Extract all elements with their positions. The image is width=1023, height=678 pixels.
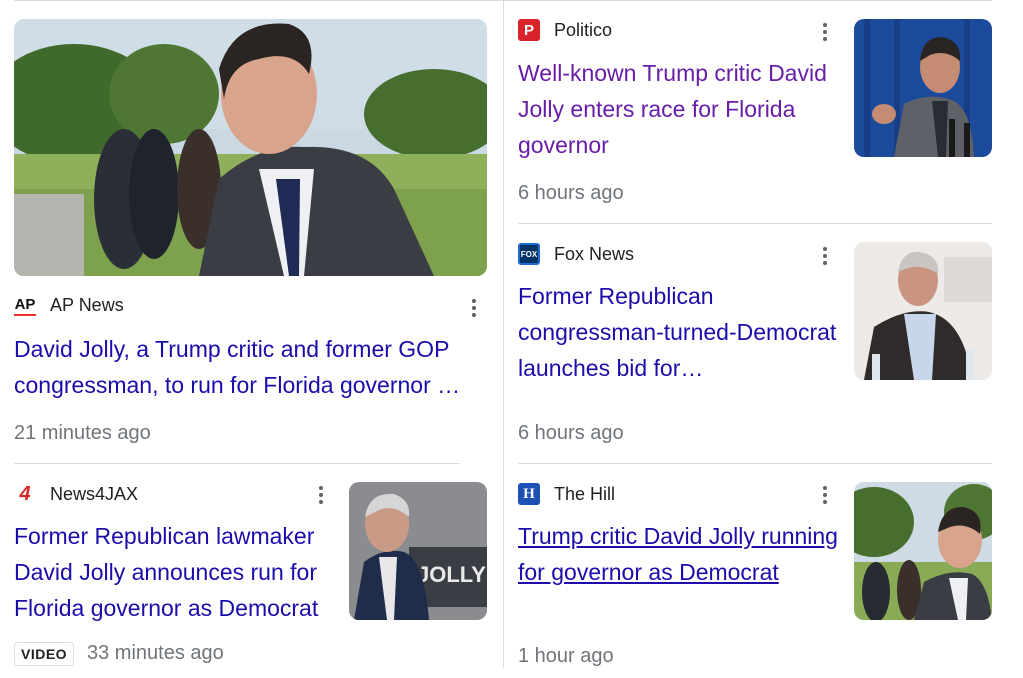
news-card-ap[interactable]: AP AP News David Jolly, a Trump critic a…: [0, 0, 500, 463]
ap-news-logo-icon: AP: [14, 294, 36, 316]
news-card-the-hill[interactable]: H The Hill Trump critic David Jolly runn…: [504, 464, 1004, 678]
source-row: 4 News4JAX: [14, 481, 138, 507]
source-row: FOX Fox News: [518, 241, 634, 267]
news-card-news4jax[interactable]: 4 News4JAX Former Republican lawmaker Da…: [0, 464, 500, 678]
campaign-sign-text: JOLLY: [417, 562, 486, 587]
article-thumbnail[interactable]: [854, 242, 992, 380]
source-row: P Politico: [518, 17, 612, 43]
article-timestamp: 6 hours ago: [518, 182, 624, 204]
more-options-icon: [823, 247, 827, 251]
article-timestamp: 1 hour ago: [518, 645, 614, 667]
more-options-button[interactable]: [815, 19, 835, 45]
article-thumbnail[interactable]: [854, 19, 992, 157]
video-badge: VIDEO: [14, 642, 75, 666]
article-thumbnail[interactable]: [854, 482, 992, 620]
source-name: The Hill: [554, 483, 616, 504]
the-hill-logo-icon: H: [518, 483, 540, 505]
more-options-icon: [823, 486, 827, 490]
more-options-icon: [319, 486, 323, 490]
article-timestamp: 6 hours ago: [518, 422, 624, 444]
politico-logo-icon: P: [518, 19, 540, 41]
source-name: Fox News: [554, 243, 635, 264]
more-options-button[interactable]: [464, 295, 484, 321]
more-options-button[interactable]: [815, 482, 835, 508]
more-options-icon: [472, 299, 476, 303]
article-headline-link[interactable]: Trump critic David Jolly running for gov…: [518, 518, 838, 626]
source-name: AP News: [50, 294, 124, 315]
source-name: Politico: [554, 19, 613, 40]
news-card-politico[interactable]: P Politico Well-known Trump critic David…: [504, 0, 1004, 223]
more-options-icon: [823, 23, 827, 27]
article-thumbnail[interactable]: [14, 19, 487, 276]
more-options-button[interactable]: [815, 243, 835, 269]
article-timestamp: 33 minutes ago: [87, 642, 224, 664]
fox-news-logo-icon: FOX: [518, 243, 540, 265]
news4jax-logo-icon: 4: [14, 483, 36, 505]
article-timestamp: 21 minutes ago: [14, 422, 151, 444]
source-row: H The Hill: [518, 481, 615, 507]
article-headline-link[interactable]: Former Republican lawmaker David Jolly a…: [14, 518, 334, 626]
news-card-fox-news[interactable]: FOX Fox News Former Republican congressm…: [504, 224, 1004, 463]
source-row: AP AP News: [14, 292, 124, 318]
article-thumbnail[interactable]: JOLLY: [349, 482, 487, 620]
article-headline-link[interactable]: Well-known Trump critic David Jolly ente…: [518, 55, 838, 163]
source-name: News4JAX: [50, 483, 139, 504]
article-headline-link[interactable]: David Jolly, a Trump critic and former G…: [14, 331, 486, 403]
article-headline-link[interactable]: Former Republican congressman-turned-Dem…: [518, 278, 838, 386]
more-options-button[interactable]: [311, 482, 331, 508]
